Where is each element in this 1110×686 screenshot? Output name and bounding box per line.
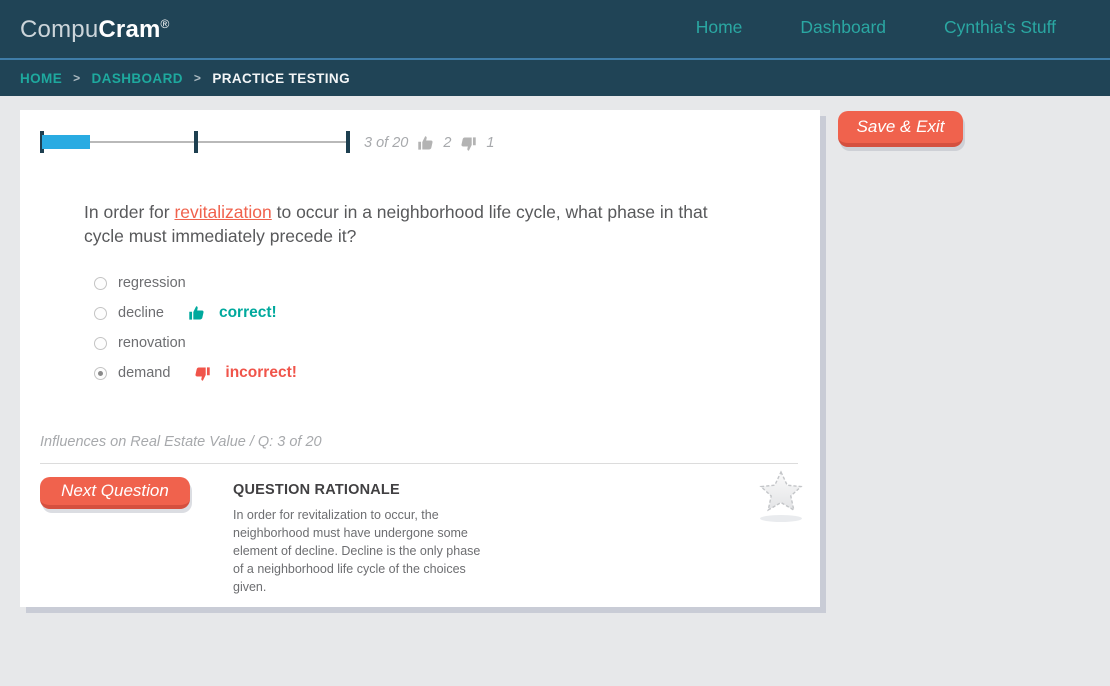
option-row-decline[interactable]: decline correct!	[94, 298, 297, 328]
thumbs-down-icon	[460, 135, 477, 152]
option-label: regression	[118, 275, 186, 291]
radio-button-demand-selected[interactable]	[94, 367, 107, 380]
progress-label: 3 of 20	[364, 135, 408, 151]
correct-count: 2	[443, 135, 451, 151]
option-row-renovation[interactable]: renovation	[94, 328, 297, 358]
nav-links: Home Dashboard Cynthia's Stuff	[696, 17, 1056, 38]
nav-link-cynthias-stuff[interactable]: Cynthia's Stuff	[944, 17, 1056, 38]
progress-tick-middle	[194, 131, 198, 153]
save-exit-button[interactable]: Save & Exit	[838, 111, 963, 147]
top-navbar: CompuCram® Home Dashboard Cynthia's Stuf…	[0, 0, 1110, 58]
thumbs-down-icon	[194, 365, 211, 382]
breadcrumb-separator: >	[73, 71, 80, 85]
question-stats: 3 of 20 2 1	[364, 133, 495, 153]
progress-fill	[42, 135, 90, 149]
thumbs-up-icon	[188, 305, 205, 322]
question-text-pre: In order for	[84, 202, 174, 222]
option-row-regression[interactable]: regression	[94, 268, 297, 298]
breadcrumb-separator: >	[194, 71, 201, 85]
option-label: renovation	[118, 335, 186, 351]
question-text: In order for revitalization to occur in …	[84, 200, 749, 248]
radio-button-renovation[interactable]	[94, 337, 107, 350]
registered-mark: ®	[161, 17, 170, 31]
correct-feedback-label: correct!	[219, 304, 277, 322]
breadcrumb-link-dashboard[interactable]: DASHBOARD	[92, 71, 183, 86]
brand-logo[interactable]: CompuCram®	[20, 16, 170, 44]
incorrect-count: 1	[486, 135, 494, 151]
breadcrumb-link-home[interactable]: HOME	[20, 71, 62, 86]
divider	[40, 463, 798, 464]
category-progress-line: Influences on Real Estate Value / Q: 3 o…	[40, 434, 322, 450]
incorrect-feedback-label: incorrect!	[225, 364, 297, 382]
bookmark-star-icon[interactable]	[757, 469, 805, 523]
option-row-demand[interactable]: demand incorrect!	[94, 358, 297, 388]
star-shadow	[760, 515, 802, 522]
brand-bold-text: Cram	[98, 16, 160, 43]
progress-bar	[42, 131, 348, 153]
next-question-button[interactable]: Next Question	[40, 477, 190, 509]
breadcrumb-current-page: PRACTICE TESTING	[212, 71, 350, 86]
option-label: decline	[118, 305, 164, 321]
rationale-heading: QUESTION RATIONALE	[233, 482, 489, 498]
question-rationale: QUESTION RATIONALE In order for revitali…	[233, 482, 489, 596]
rationale-body: In order for revitalization to occur, th…	[233, 506, 489, 596]
breadcrumb: HOME > DASHBOARD > PRACTICE TESTING	[0, 58, 1110, 96]
answer-options: regression decline correct! renovation d…	[94, 268, 297, 388]
star-icon	[757, 469, 805, 515]
nav-link-home[interactable]: Home	[696, 17, 743, 38]
progress-tick-end	[346, 131, 350, 153]
radio-button-regression[interactable]	[94, 277, 107, 290]
thumbs-up-icon	[417, 135, 434, 152]
quiz-card: 3 of 20 2 1 In order for revitalization …	[20, 110, 820, 607]
brand-light-text: Compu	[20, 16, 98, 43]
nav-link-dashboard[interactable]: Dashboard	[800, 17, 886, 38]
revitalization-term-link[interactable]: revitalization	[174, 202, 271, 222]
option-label: demand	[118, 365, 170, 381]
radio-button-decline[interactable]	[94, 307, 107, 320]
